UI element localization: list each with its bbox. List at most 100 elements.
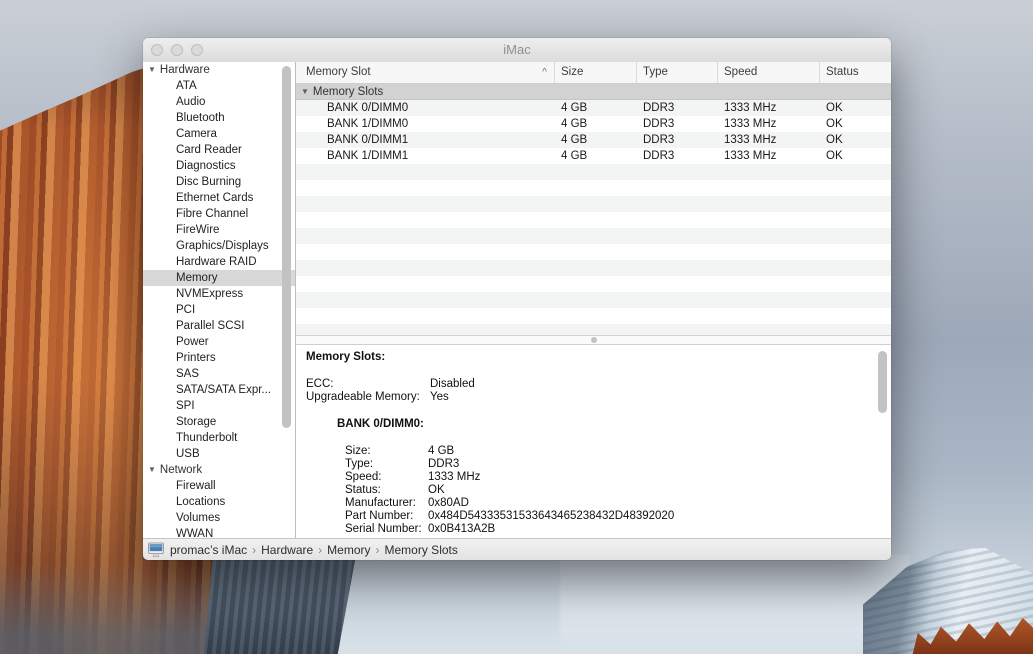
disclosure-triangle-icon: ▼ [148,65,156,74]
window-titlebar[interactable]: iMac [143,38,891,63]
sidebar-item-audio[interactable]: Audio [143,94,295,110]
sidebar-item-locations[interactable]: Locations [143,494,295,510]
table-filler-row [296,244,891,260]
table-cell-size: 4 GB [555,116,637,132]
sidebar-item-camera[interactable]: Camera [143,126,295,142]
details-subsection-title: BANK 0/DIMM0: [337,418,891,431]
table-cell-type: DDR3 [637,100,718,116]
table-cell-slot: BANK 0/DIMM1 [296,132,555,148]
sidebar-section-label: Hardware [160,64,210,76]
table-filler-row [296,164,891,180]
detail-row: Serial Number:0x0B413A2B [345,523,891,536]
sidebar-item-memory[interactable]: Memory [143,270,295,286]
sidebar-item-card-reader[interactable]: Card Reader [143,142,295,158]
sidebar-item-power[interactable]: Power [143,334,295,350]
table-body: ▼Memory SlotsBANK 0/DIMM04 GBDDR31333 MH… [296,84,891,335]
sidebar-scrollbar[interactable] [282,66,291,534]
sidebar-item-printers[interactable]: Printers [143,350,295,366]
detail-row: Size:4 GB [345,445,891,458]
table-filler-row [296,324,891,335]
breadcrumb-segment: Memory Slots [385,543,458,557]
detail-label: Part Number: [345,510,428,523]
sidebar-item-volumes[interactable]: Volumes [143,510,295,526]
detail-label: Serial Number: [345,523,428,536]
table-filler-row [296,212,891,228]
computer-icon [148,542,164,558]
breadcrumb-separator-icon: › [371,543,385,557]
detail-row: Upgradeable Memory:Yes [306,391,891,404]
column-header-type[interactable]: Type [637,62,718,83]
column-header-memory-slot[interactable]: Memory Slot^ [296,62,555,83]
sidebar-item-sas[interactable]: SAS [143,366,295,382]
content-pane: Memory Slot^SizeTypeSpeedStatus ▼Memory … [296,62,891,538]
detail-label: Status: [345,484,428,497]
sidebar-item-nvmexpress[interactable]: NVMExpress [143,286,295,302]
detail-label: Size: [345,445,428,458]
table-group-row[interactable]: ▼Memory Slots [296,84,891,100]
sidebar-item-hardware-raid[interactable]: Hardware RAID [143,254,295,270]
disclosure-triangle-icon: ▼ [148,465,156,474]
table-cell-size: 4 GB [555,100,637,116]
splitter-dimple-icon [591,337,597,343]
table-group-label: Memory Slots [313,86,383,98]
table-filler-row [296,180,891,196]
window-title: iMac [143,38,891,62]
table-header: Memory Slot^SizeTypeSpeedStatus [296,62,891,84]
sidebar-item-bluetooth[interactable]: Bluetooth [143,110,295,126]
detail-value: 0x0B413A2B [428,523,495,536]
sidebar-item-spi[interactable]: SPI [143,398,295,414]
pane-splitter[interactable] [296,335,891,345]
table-cell-speed: 1333 MHz [718,132,820,148]
sidebar-section-hardware[interactable]: ▼ Hardware [143,62,295,78]
sidebar-item-wwan[interactable]: WWAN [143,526,295,538]
sidebar-item-fibre-channel[interactable]: Fibre Channel [143,206,295,222]
table-cell-status: OK [820,100,891,116]
sidebar-item-graphics-displays[interactable]: Graphics/Displays [143,238,295,254]
detail-row: Status:OK [345,484,891,497]
detail-value: Disabled [430,378,475,391]
column-header-size[interactable]: Size [555,62,637,83]
table-filler-row [296,292,891,308]
detail-label: Upgradeable Memory: [306,391,430,404]
sidebar: ▼ Hardware ATAAudioBluetoothCameraCard Rea… [143,62,296,538]
table-row[interactable]: BANK 0/DIMM04 GBDDR31333 MHzOK [296,100,891,116]
wallpaper-valley-haze [560,555,910,654]
sidebar-item-thunderbolt[interactable]: Thunderbolt [143,430,295,446]
sort-ascending-icon: ^ [542,62,547,83]
sidebar-item-ata[interactable]: ATA [143,78,295,94]
detail-value: 0x80AD [428,497,469,510]
breadcrumb-segment: Hardware [261,543,313,557]
table-filler-row [296,196,891,212]
detail-row: Type:DDR3 [345,458,891,471]
sidebar-item-firewire[interactable]: FireWire [143,222,295,238]
sidebar-section-network[interactable]: ▼Network [143,462,295,478]
sidebar-item-ethernet-cards[interactable]: Ethernet Cards [143,190,295,206]
detail-label: Manufacturer: [345,497,428,510]
sidebar-item-firewall[interactable]: Firewall [143,478,295,494]
sidebar-item-sata-sata-expr[interactable]: SATA/SATA Expr... [143,382,295,398]
column-header-status[interactable]: Status [820,62,891,83]
detail-value: OK [428,484,445,497]
scrollbar-thumb[interactable] [282,66,291,428]
scrollbar-thumb[interactable] [878,351,887,413]
table-row[interactable]: BANK 0/DIMM14 GBDDR31333 MHzOK [296,132,891,148]
details-scrollbar[interactable] [878,351,887,531]
table-row[interactable]: BANK 1/DIMM14 GBDDR31333 MHzOK [296,148,891,164]
sidebar-item-pci[interactable]: PCI [143,302,295,318]
sidebar-item-storage[interactable]: Storage [143,414,295,430]
sidebar-item-diagnostics[interactable]: Diagnostics [143,158,295,174]
sidebar-item-usb[interactable]: USB [143,446,295,462]
table-row[interactable]: BANK 1/DIMM04 GBDDR31333 MHzOK [296,116,891,132]
table-cell-status: OK [820,148,891,164]
breadcrumb-segment: promac’s iMac [170,543,247,557]
table-cell-slot: BANK 0/DIMM0 [296,100,555,116]
column-header-speed[interactable]: Speed [718,62,820,83]
breadcrumb-segment: Memory [327,543,370,557]
wallpaper-rock-pillar [204,555,356,654]
sidebar-item-parallel-scsi[interactable]: Parallel SCSI [143,318,295,334]
detail-value: DDR3 [428,458,459,471]
sidebar-item-disc-burning[interactable]: Disc Burning [143,174,295,190]
table-filler-row [296,276,891,292]
system-information-window: iMac ▼ Hardware ATAAudioBluetoothCameraCar… [143,38,891,560]
detail-row: Manufacturer:0x80AD [345,497,891,510]
